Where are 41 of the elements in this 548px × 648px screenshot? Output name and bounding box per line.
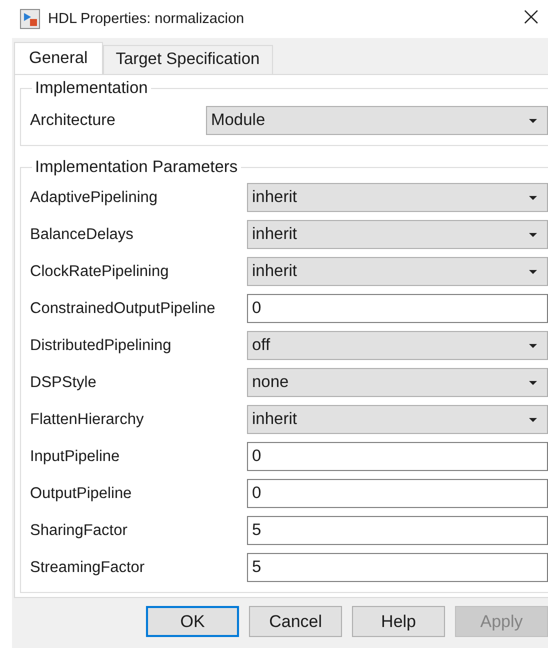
dropdown[interactable]: Module (206, 106, 548, 135)
caret-icon (529, 196, 537, 200)
input-field[interactable]: 0 (247, 294, 548, 323)
input-field[interactable]: 5 (247, 553, 548, 582)
dropdown[interactable]: inherit (247, 183, 548, 212)
field-label: ConstrainedOutputPipeline (30, 300, 216, 318)
field-label: ClockRatePipelining (30, 262, 170, 280)
dropdown[interactable]: off (247, 331, 548, 360)
field-label: SharingFactor (30, 522, 128, 540)
input-field[interactable]: 5 (247, 516, 548, 545)
field-label: AdaptivePipelining (30, 188, 159, 206)
group-title: Implementation Parameters (34, 158, 239, 177)
field-label: StreamingFactor (30, 558, 146, 576)
tab[interactable]: Target Specification (102, 45, 273, 74)
dropdown[interactable]: inherit (247, 257, 548, 286)
dialog-button[interactable]: Cancel (249, 606, 342, 637)
field-label: DSPStyle (30, 374, 98, 392)
dropdown[interactable]: inherit (247, 220, 548, 249)
dialog-button[interactable]: OK (146, 606, 240, 637)
caret-icon (529, 118, 537, 122)
field-label: BalanceDelays (30, 226, 134, 244)
input-field[interactable]: 0 (247, 442, 548, 471)
window-title: HDL Properties: normalizacion (48, 11, 244, 27)
caret-icon (529, 344, 537, 348)
caret-icon (529, 418, 537, 422)
dialog-button[interactable]: Help (352, 606, 446, 637)
field-label: FlattenHierarchy (30, 410, 145, 428)
field-label: DistributedPipelining (30, 336, 172, 354)
group-title: Implementation (34, 79, 149, 98)
tab[interactable]: General (14, 42, 103, 74)
caret-icon (529, 232, 537, 236)
dropdown[interactable]: none (247, 368, 548, 397)
caret-icon (529, 380, 537, 384)
close-button[interactable]: × (514, 2, 548, 36)
input-field[interactable]: 0 (247, 479, 548, 508)
caret-icon (529, 270, 537, 274)
app-icon (20, 9, 40, 29)
field-label: OutputPipeline (30, 484, 133, 502)
dropdown[interactable]: inherit (247, 405, 548, 434)
field-label: InputPipeline (30, 448, 121, 466)
field-label: Architecture (30, 112, 116, 130)
